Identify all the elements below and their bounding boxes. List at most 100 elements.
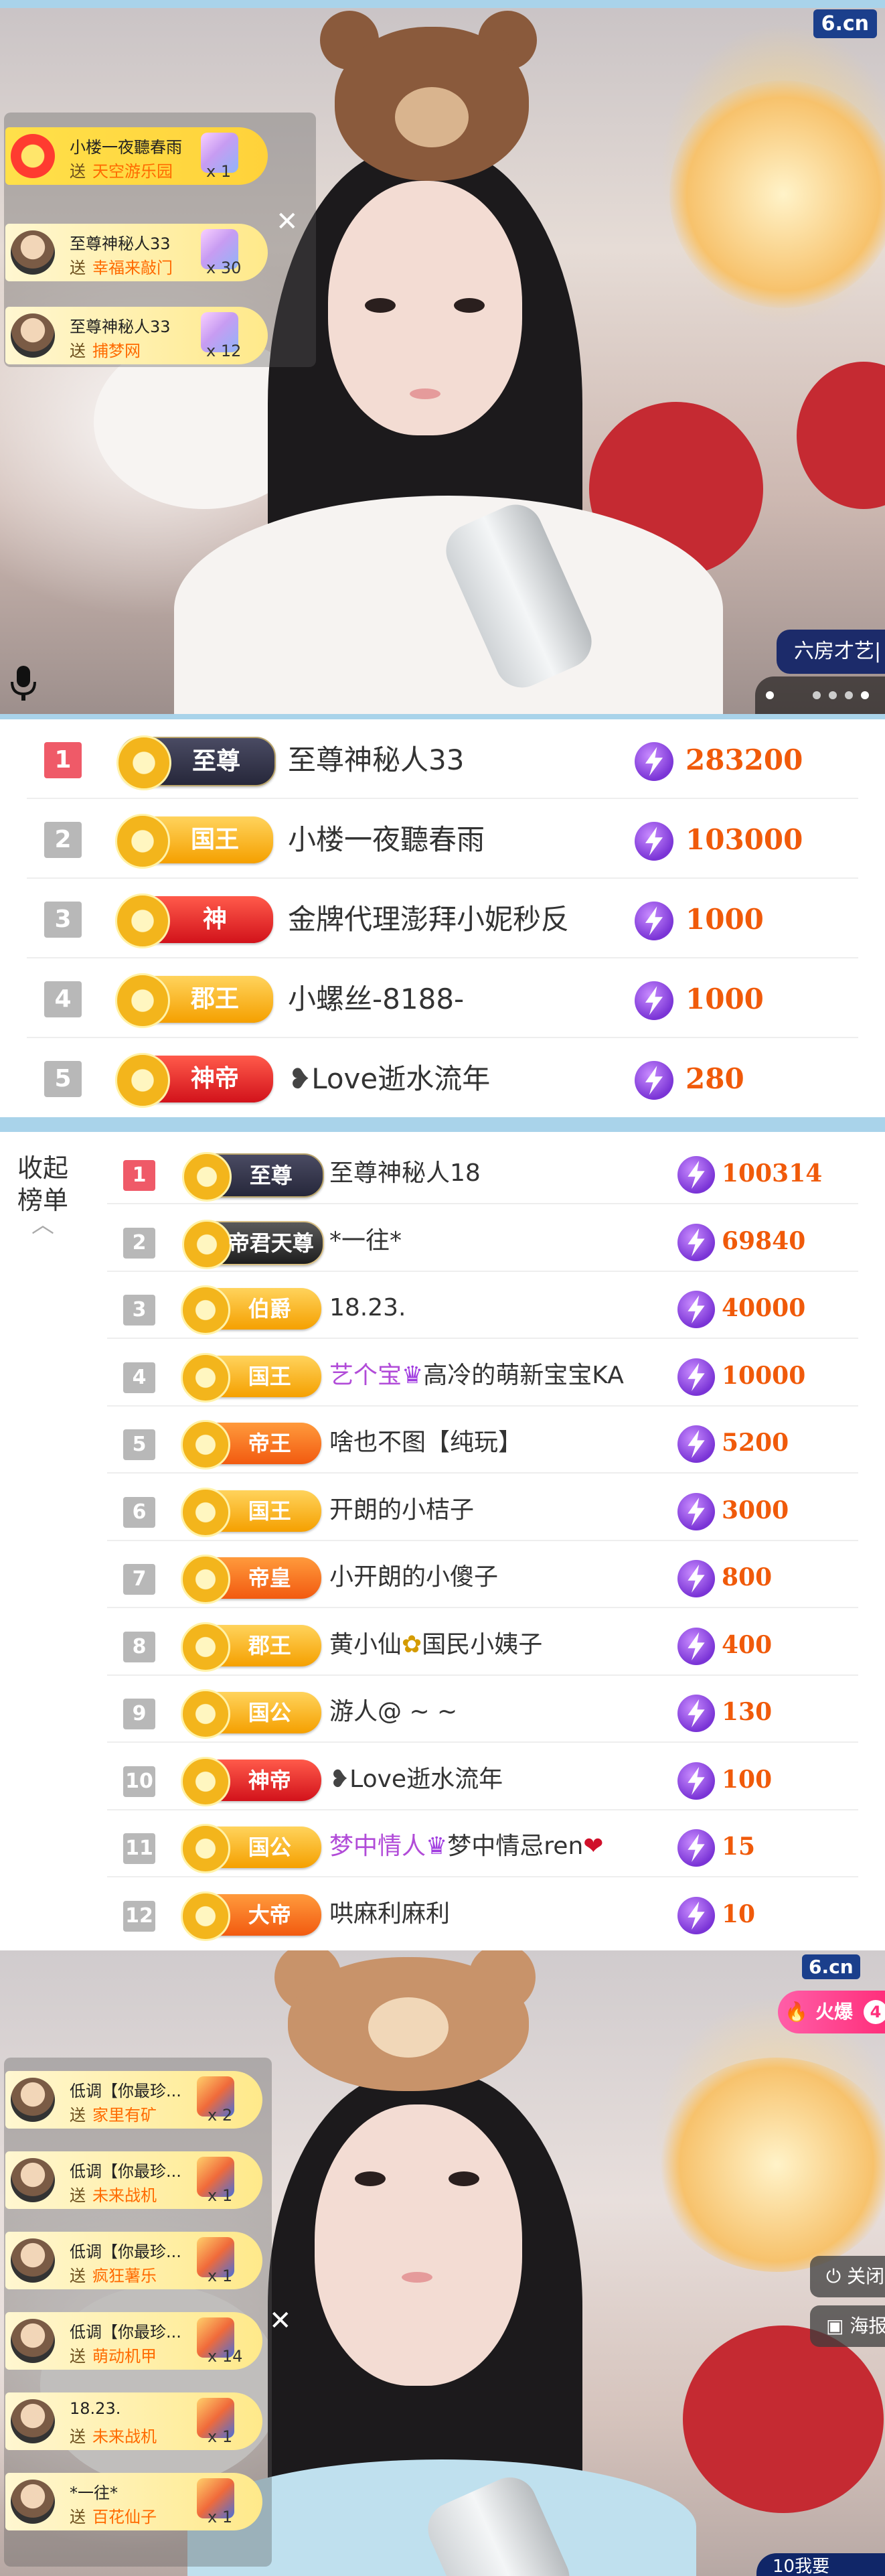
user-name[interactable]: 啥也不图【纯玩】 — [329, 1421, 677, 1464]
streamer-eye — [365, 298, 396, 313]
user-name[interactable]: ❥Love逝水流年 — [329, 1758, 677, 1801]
gift-sender: 18.23. — [70, 2399, 121, 2418]
lamp-light — [656, 2058, 885, 2272]
rank-row[interactable]: 3 伯爵 18.23. 40000 — [0, 1272, 885, 1339]
image-icon: ▣ — [826, 2315, 844, 2337]
user-avatar — [11, 2158, 55, 2202]
user-name[interactable]: 至尊神秘人18 — [329, 1152, 677, 1195]
rank-row[interactable]: 1 至尊 至尊神秘人18 100314 — [0, 1137, 885, 1204]
user-avatar — [11, 2480, 55, 2524]
user-name[interactable]: 小开朗的小傻子 — [329, 1556, 677, 1599]
rank-number: 10 — [123, 1766, 155, 1797]
hot-badge[interactable]: 🔥 火爆 4 — [778, 1991, 885, 2033]
gift-notification: 至尊神秘人33 送捕梦网 x 12 — [5, 307, 268, 364]
rank-row[interactable]: 9 国公 游人@ ~ ~ 130 — [0, 1676, 885, 1743]
user-name[interactable]: 游人@ ~ ~ — [329, 1691, 677, 1733]
badge-emblem-icon — [181, 1891, 230, 1941]
user-name[interactable]: 18.23. — [329, 1287, 677, 1330]
noble-badge: 大帝 — [181, 1891, 321, 1941]
close-icon[interactable]: ✕ — [269, 2305, 292, 2336]
bottom-video-stream[interactable]: 6.cn 🔥 火爆 4 低调【你最珍... 送家里有矿 x 2 低调【你最珍... 送未… — [0, 1950, 885, 2576]
user-name[interactable]: 黄小仙✿国民小姨子 — [329, 1624, 677, 1666]
noble-badge: 至尊 — [182, 1152, 324, 1202]
badge-emblem-icon — [115, 973, 170, 1028]
rank-row[interactable]: 5 神帝 ❥Love逝水流年 280 — [0, 1038, 885, 1118]
rank-row[interactable]: 12 大帝 哄麻利麻利 10 — [0, 1878, 885, 1945]
gift-item: 送百花仙子 — [70, 2508, 157, 2526]
poster-button[interactable]: ▣ 海报 — [810, 2305, 885, 2347]
contribution-score: 10 — [722, 1900, 756, 1928]
gift-notification: 低调【你最珍... 送疯狂薯乐 x 1 — [5, 2232, 262, 2289]
rank-number: 7 — [123, 1564, 155, 1595]
contribution-score: 1000 — [686, 903, 764, 936]
user-name[interactable]: 至尊神秘人33 — [288, 737, 636, 784]
carousel-dots[interactable] — [755, 676, 885, 714]
close-stream-button[interactable]: ⏻ 关闭 — [810, 2256, 885, 2297]
user-name[interactable]: 金牌代理澎拜小妮秒反 — [288, 896, 636, 943]
streamer-lips — [402, 2272, 432, 2283]
heart-arrow-icon: ❥ — [288, 1062, 312, 1095]
rank-row[interactable]: 2 帝君天尊 *一往* 69840 — [0, 1205, 885, 1272]
rank-number: 5 — [123, 1429, 155, 1460]
crown-icon: ♛ — [426, 1833, 448, 1860]
contribution-score: 100 — [722, 1765, 773, 1794]
contribution-score: 10000 — [722, 1361, 806, 1390]
red-pillow — [683, 2325, 884, 2513]
user-avatar — [11, 2078, 55, 2122]
gift-count: x 2 — [208, 2106, 233, 2125]
user-name[interactable]: 小螺丝-8188- — [288, 976, 636, 1023]
user-avatar — [11, 134, 55, 178]
badge-emblem-icon — [181, 1555, 230, 1604]
user-avatar — [11, 313, 55, 358]
rank-row[interactable]: 2 国王 小楼一夜聽春雨 103000 — [0, 799, 885, 879]
streamer-eye — [449, 2171, 479, 2186]
rank-row[interactable]: 8 郡王 黄小仙✿国民小姨子 400 — [0, 1609, 885, 1676]
close-icon[interactable]: ✕ — [276, 206, 299, 237]
gift-notification: 18.23. 送未来战机 x 1 — [5, 2392, 262, 2450]
noble-badge: 国王 — [115, 814, 273, 869]
rank-row[interactable]: 3 神金牌代理澎拜小妮秒反 1000 — [0, 879, 885, 958]
gift-count: x 12 — [206, 342, 242, 360]
rank-row[interactable]: 1 至尊 至尊神秘人33 283200 — [0, 719, 885, 799]
noble-badge: 至尊 — [116, 735, 276, 790]
room-tag[interactable]: 六房才艺| — [777, 630, 885, 674]
gift-notification: 低调【你最珍... 送萌动机甲 x 14 — [5, 2312, 262, 2370]
user-avatar — [11, 230, 55, 275]
flash-currency-icon — [677, 1156, 715, 1194]
rank-row[interactable]: 4 郡王 小螺丝-8188- 1000 — [0, 958, 885, 1038]
flash-currency-icon — [677, 1223, 715, 1261]
gift-sender: 至尊神秘人33 — [70, 317, 171, 336]
gift-sender: 低调【你最珍... — [70, 2242, 181, 2261]
gift-item: 送家里有矿 — [70, 2106, 157, 2125]
contribution-score: 103000 — [686, 823, 803, 856]
contribution-score: 100314 — [722, 1159, 823, 1188]
rank-number: 5 — [44, 1061, 82, 1097]
rank-number: 4 — [123, 1362, 155, 1393]
rank-row[interactable]: 10 神帝 ❥Love逝水流年 100 — [0, 1743, 885, 1810]
user-name[interactable]: *一往* — [329, 1220, 677, 1263]
user-name[interactable]: 艺个宝♛高冷的萌新宝宝KA — [329, 1354, 677, 1397]
top-video-stream[interactable]: 6.cn 小楼一夜聽春雨 送天空游乐园 x 1 ✕ 至尊神秘人33 送幸福来敲门… — [0, 0, 885, 714]
rank-row[interactable]: 6 国王 开朗的小桔子 3000 — [0, 1474, 885, 1541]
gift-sender: *一往* — [70, 2484, 118, 2502]
rank-number: 9 — [123, 1699, 155, 1729]
user-name[interactable]: 哄麻利麻利 — [329, 1893, 677, 1936]
mic-icon[interactable] — [7, 663, 40, 703]
rank-top5-list: 1 至尊 至尊神秘人33 283200 2 国王 小楼一夜聽春雨 103000 3 神金牌代理澎拜… — [0, 719, 885, 1117]
bottom-tag[interactable]: 10我要 — [756, 2553, 885, 2576]
lamp-light — [669, 80, 885, 308]
site-logo[interactable]: 6.cn — [802, 1954, 860, 1979]
site-logo[interactable]: 6.cn — [813, 9, 877, 38]
gift-count: x 14 — [208, 2347, 243, 2366]
badge-emblem-icon — [116, 735, 171, 790]
rank-row[interactable]: 4 国王 艺个宝♛高冷的萌新宝宝KA 10000 — [0, 1340, 885, 1407]
rank-row[interactable]: 5 帝王 啥也不图【纯玩】 5200 — [0, 1407, 885, 1474]
user-name[interactable]: 开朗的小桔子 — [329, 1489, 677, 1532]
user-name[interactable]: 小楼一夜聽春雨 — [288, 816, 636, 863]
rank-row[interactable]: 7 帝皇 小开朗的小傻子 800 — [0, 1541, 885, 1608]
user-name[interactable]: 梦中情人♛梦中情忌ren❤ — [329, 1825, 677, 1868]
gift-item: 送疯狂薯乐 — [70, 2267, 157, 2285]
rank-row[interactable]: 11 国公 梦中情人♛梦中情忌ren❤ 15 — [0, 1810, 885, 1877]
flash-currency-icon — [677, 1560, 715, 1597]
user-name[interactable]: ❥Love逝水流年 — [288, 1056, 636, 1102]
